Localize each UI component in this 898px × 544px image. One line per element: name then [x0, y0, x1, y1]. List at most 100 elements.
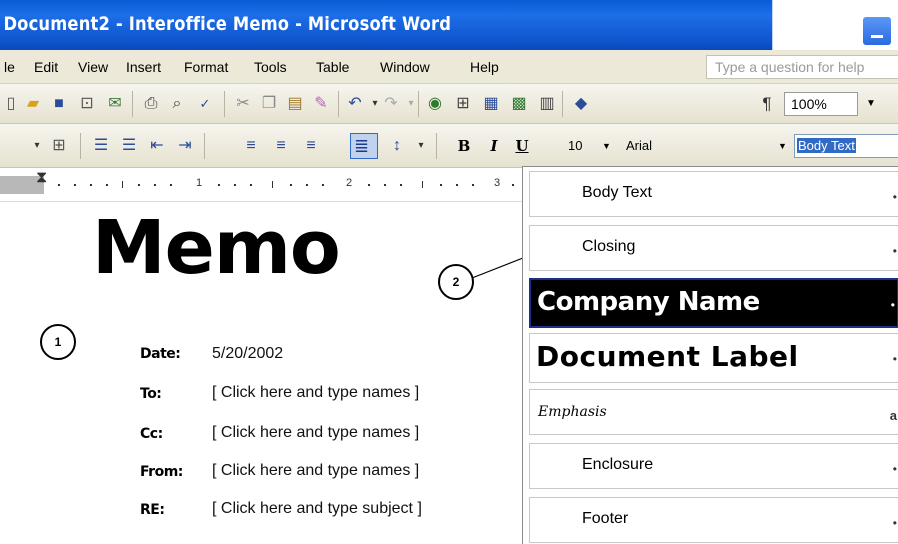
- ruler-mark: [368, 184, 370, 186]
- numbering-icon[interactable]: ☰: [90, 135, 112, 157]
- permission-icon[interactable]: ⊡: [76, 93, 98, 115]
- character-style-icon: a: [889, 408, 897, 423]
- align-right-icon[interactable]: ≡: [300, 135, 322, 157]
- from-value[interactable]: [ Click here and type names ]: [212, 462, 419, 480]
- ruler-mark: [512, 184, 514, 186]
- ruler-mark: [322, 184, 324, 186]
- date-value[interactable]: 5/20/2002: [212, 345, 283, 363]
- style-option-label: Body Text: [582, 184, 652, 201]
- increase-indent-icon[interactable]: ⇥: [174, 135, 196, 157]
- ruler-tick: [122, 181, 123, 188]
- menu-help[interactable]: Help: [470, 59, 499, 75]
- italic-button[interactable]: I: [484, 135, 504, 157]
- print-preview-icon[interactable]: ⌕: [166, 93, 188, 115]
- spelling-icon[interactable]: ✓: [194, 93, 216, 115]
- style-option-label: Closing: [582, 238, 636, 255]
- callout-pointer-line: [471, 255, 529, 279]
- tables-borders-icon[interactable]: ⊞: [452, 93, 474, 115]
- zoom-combo[interactable]: 100%: [784, 92, 858, 116]
- bullets-icon[interactable]: ☰: [118, 135, 140, 157]
- callout-1: 1: [40, 324, 76, 360]
- insert-excel-icon[interactable]: ▩: [508, 93, 530, 115]
- menu-tools[interactable]: Tools: [254, 59, 287, 75]
- font-name-dropdown-icon[interactable]: ▼: [778, 133, 787, 159]
- border-dropdown-icon[interactable]: ▾: [26, 135, 48, 157]
- font-size-dropdown-icon[interactable]: ▼: [602, 133, 611, 159]
- style-option-body-text[interactable]: Body Text •: [529, 171, 898, 217]
- ruler-mark: [106, 184, 108, 186]
- align-left-icon[interactable]: ≡: [240, 135, 262, 157]
- hyperlink-icon[interactable]: ◉: [424, 93, 446, 115]
- font-size-combo[interactable]: 10 ▼: [562, 133, 614, 159]
- style-option-emphasis[interactable]: Emphasis a: [529, 389, 898, 435]
- ruler-mark: [90, 184, 92, 186]
- memo-title[interactable]: Memo: [92, 208, 341, 288]
- menu-format[interactable]: Format: [184, 59, 228, 75]
- toolbar-separator: [204, 133, 205, 159]
- style-option-company-name[interactable]: Company Name •: [529, 278, 898, 328]
- insert-table-icon[interactable]: ▦: [480, 93, 502, 115]
- cut-icon[interactable]: ✂: [232, 93, 254, 115]
- ruler-mark: [306, 184, 308, 186]
- paste-icon[interactable]: ▤: [284, 93, 306, 115]
- style-option-document-label[interactable]: Document Label •: [529, 333, 898, 383]
- paragraph-style-icon: •: [892, 462, 897, 476]
- style-dropdown-list[interactable]: Body Text • Closing • Company Name • Doc…: [522, 166, 898, 544]
- indent-marker-icon[interactable]: ⧗: [36, 170, 47, 186]
- minimize-icon: [871, 35, 883, 38]
- style-option-label: Document Label: [536, 340, 799, 373]
- copy-icon[interactable]: ❐: [258, 93, 280, 115]
- toolbar-separator: [80, 133, 81, 159]
- paragraph-style-icon: •: [890, 298, 895, 312]
- drawing-icon[interactable]: ◆: [570, 93, 592, 115]
- bold-button[interactable]: B: [454, 135, 474, 157]
- align-center-icon[interactable]: ≡: [270, 135, 292, 157]
- undo-icon[interactable]: ↶: [344, 93, 366, 115]
- horizontal-ruler[interactable]: ⧗ 1 2 3: [0, 168, 530, 202]
- cc-label: Cc:: [140, 426, 163, 442]
- style-option-closing[interactable]: Closing •: [529, 225, 898, 271]
- line-spacing-icon[interactable]: ↕: [386, 135, 408, 157]
- ruler-mark: [234, 184, 236, 186]
- format-painter-icon[interactable]: ✎: [310, 93, 332, 115]
- ruler-mark: [400, 184, 402, 186]
- menu-window[interactable]: Window: [380, 59, 430, 75]
- menu-insert[interactable]: Insert: [126, 59, 161, 75]
- open-folder-icon[interactable]: ▰: [22, 93, 44, 115]
- email-icon[interactable]: ✉: [104, 93, 126, 115]
- menu-view[interactable]: View: [78, 59, 108, 75]
- font-name-combo[interactable]: Arial ▼: [620, 133, 790, 159]
- toolbar-separator: [436, 133, 437, 159]
- new-document-icon[interactable]: ▯: [0, 93, 22, 115]
- columns-icon[interactable]: ▥: [536, 93, 558, 115]
- style-option-footer[interactable]: Footer •: [529, 497, 898, 543]
- line-spacing-dropdown-icon[interactable]: ▾: [410, 135, 432, 157]
- toolbar-separator: [418, 91, 419, 117]
- menu-file[interactable]: le: [4, 59, 15, 75]
- menu-table[interactable]: Table: [316, 59, 349, 75]
- save-icon[interactable]: ■: [48, 93, 70, 115]
- underline-button[interactable]: U: [512, 135, 532, 157]
- show-hide-icon[interactable]: ¶: [756, 93, 778, 115]
- style-option-enclosure[interactable]: Enclosure •: [529, 443, 898, 489]
- print-icon[interactable]: ⎙: [140, 93, 162, 115]
- font-name-value: Arial: [626, 138, 653, 153]
- decrease-indent-icon[interactable]: ⇤: [146, 135, 168, 157]
- cc-value[interactable]: [ Click here and type names ]: [212, 424, 419, 442]
- ruler-number: 2: [346, 177, 353, 189]
- ruler-mark: [154, 184, 156, 186]
- ask-question-input[interactable]: Type a question for help: [706, 55, 898, 79]
- re-value[interactable]: [ Click here and type subject ]: [212, 500, 422, 518]
- window-title-bar: Document2 - Interoffice Memo - Microsoft…: [0, 0, 773, 50]
- redo-icon[interactable]: ↷: [380, 93, 402, 115]
- style-option-label: Company Name: [537, 287, 760, 317]
- style-combo[interactable]: Body Text: [794, 134, 898, 158]
- zoom-dropdown-icon[interactable]: ▼: [862, 92, 880, 116]
- menu-edit[interactable]: Edit: [34, 59, 58, 75]
- style-option-label: Enclosure: [582, 456, 654, 473]
- date-label: Date:: [140, 346, 181, 362]
- minimize-button[interactable]: [862, 16, 892, 46]
- justify-button[interactable]: ≣: [350, 133, 378, 159]
- borders-icon[interactable]: ⊞: [48, 135, 70, 157]
- to-value[interactable]: [ Click here and type names ]: [212, 384, 419, 402]
